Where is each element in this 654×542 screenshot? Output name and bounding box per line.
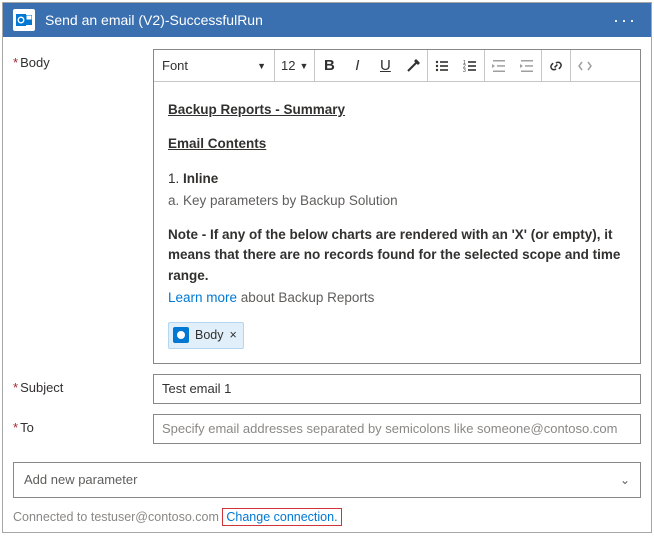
subject-input[interactable] — [153, 374, 641, 404]
text-color-button[interactable] — [399, 50, 427, 81]
rich-text-editor[interactable]: Font▼ 12▼ B I U — [153, 49, 641, 364]
token-label: Body — [195, 326, 224, 345]
outdent-button[interactable] — [485, 50, 513, 81]
link-button[interactable] — [542, 50, 570, 81]
indent-button[interactable] — [513, 50, 541, 81]
token-remove-button[interactable]: × — [230, 326, 237, 345]
token-icon — [173, 327, 189, 343]
learn-more-line: Learn more about Backup Reports — [168, 288, 626, 308]
chevron-down-icon: ▼ — [299, 61, 308, 71]
font-family-select[interactable]: Font▼ — [154, 50, 274, 81]
to-label: *To — [13, 414, 153, 435]
to-field-row: *To — [13, 414, 641, 444]
content-line: 1. Inline — [168, 169, 626, 189]
italic-button[interactable]: I — [343, 50, 371, 81]
add-parameter-select[interactable]: Add new parameter ⌄ — [13, 462, 641, 498]
card-title: Send an email (V2)-SuccessfulRun — [45, 12, 609, 28]
add-parameter-label: Add new parameter — [24, 472, 137, 487]
outlook-icon — [13, 9, 35, 31]
chevron-down-icon: ⌄ — [620, 473, 630, 487]
editor-toolbar: Font▼ 12▼ B I U — [154, 50, 640, 82]
editor-content-area[interactable]: Backup Reports - Summary Email Contents … — [154, 82, 640, 363]
note-text: Note - If any of the below charts are re… — [168, 225, 626, 286]
connection-footer: Connected to testuser@contoso.com Change… — [3, 506, 651, 532]
card-body: *Body Font▼ 12▼ — [3, 37, 651, 458]
body-field-row: *Body Font▼ 12▼ — [13, 49, 641, 364]
bold-button[interactable]: B — [315, 50, 343, 81]
chevron-down-icon: ▼ — [257, 61, 266, 71]
subject-label: *Subject — [13, 374, 153, 395]
body-label: *Body — [13, 49, 153, 70]
action-card: Send an email (V2)-SuccessfulRun ··· *Bo… — [2, 2, 652, 533]
subject-field-row: *Subject — [13, 374, 641, 404]
more-menu-button[interactable]: ··· — [609, 10, 641, 31]
underline-button[interactable]: U — [371, 50, 399, 81]
contents-heading: Email Contents — [168, 136, 266, 151]
bullet-list-button[interactable] — [428, 50, 456, 81]
content-subline: a. Key parameters by Backup Solution — [168, 191, 626, 211]
svg-text:3: 3 — [463, 68, 466, 74]
change-connection-link[interactable]: Change connection. — [222, 508, 341, 526]
to-input[interactable] — [153, 414, 641, 444]
connected-user: testuser@contoso.com — [91, 510, 219, 524]
numbered-list-button[interactable]: 123 — [456, 50, 484, 81]
font-size-select[interactable]: 12▼ — [275, 50, 314, 81]
dynamic-content-token[interactable]: Body × — [168, 322, 244, 349]
code-view-button[interactable] — [571, 50, 599, 81]
card-header[interactable]: Send an email (V2)-SuccessfulRun ··· — [3, 3, 651, 37]
learn-more-link[interactable]: Learn more — [168, 290, 237, 305]
content-title: Backup Reports - Summary — [168, 102, 345, 117]
